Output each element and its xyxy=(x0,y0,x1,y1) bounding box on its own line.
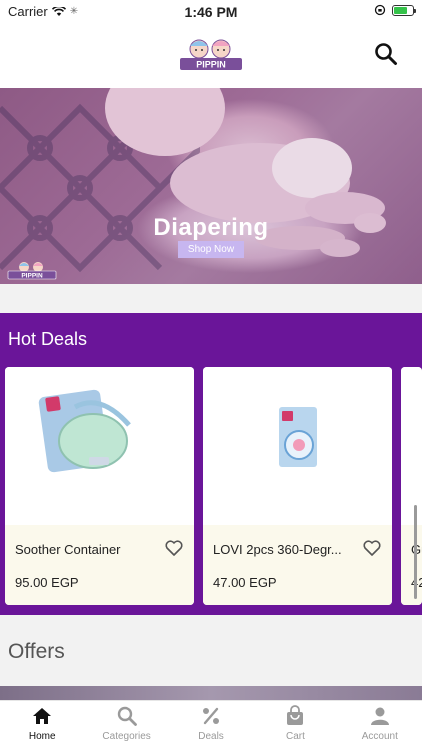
banner-pippin-logo: PIPPIN xyxy=(7,262,57,280)
product-price: 47.00 EGP xyxy=(213,575,277,590)
banner-title: Diapering xyxy=(153,214,269,241)
product-card-partial[interactable]: Gu 42 xyxy=(401,367,422,605)
product-price: 95.00 EGP xyxy=(15,575,79,590)
tab-categories-label: Categories xyxy=(102,731,151,742)
product-card[interactable]: LOVI 2pcs 360-Degr... 47.00 EGP xyxy=(203,367,392,605)
search-icon xyxy=(117,706,137,726)
tab-deals[interactable]: Deals xyxy=(169,701,253,750)
tab-home[interactable]: Home xyxy=(0,701,84,750)
status-bar: Carrier ✳ 1:46 PM xyxy=(0,0,422,24)
hot-deals-section: Hot Deals Soother Container 95.00 EGP LO… xyxy=(0,313,422,615)
tab-account[interactable]: Account xyxy=(338,701,422,750)
shop-now-button[interactable]: Shop Now xyxy=(178,241,244,258)
product-name[interactable]: LOVI 2pcs 360-Degr... xyxy=(213,542,353,557)
percent-icon xyxy=(203,707,220,725)
app-screen: Carrier ✳ 1:46 PM PIPPIN Diapering Shop … xyxy=(0,0,422,750)
product-card[interactable]: Soother Container 95.00 EGP xyxy=(5,367,194,605)
tab-deals-label: Deals xyxy=(198,731,224,742)
app-header: PIPPIN xyxy=(0,24,422,88)
person-icon xyxy=(370,707,389,725)
lovi-soother-image xyxy=(279,407,317,467)
product-name[interactable]: Soother Container xyxy=(15,542,155,557)
heart-icon[interactable] xyxy=(362,538,382,558)
heart-icon[interactable] xyxy=(164,538,184,558)
battery-icon xyxy=(392,4,416,16)
product-image[interactable] xyxy=(203,367,392,525)
offers-title: Offers xyxy=(8,640,65,663)
product-image[interactable] xyxy=(401,367,422,525)
logo-text: PIPPIN xyxy=(196,60,226,70)
product-info: Gu 42 xyxy=(401,525,422,605)
tab-categories[interactable]: Categories xyxy=(84,701,168,750)
home-icon xyxy=(33,708,52,724)
orientation-lock-icon xyxy=(374,4,386,16)
tab-cart[interactable]: Cart xyxy=(253,701,337,750)
pippin-logo[interactable]: PIPPIN xyxy=(176,36,246,72)
product-info: Soother Container 95.00 EGP xyxy=(5,525,194,605)
promo-banner[interactable]: Diapering Shop Now PIPPIN xyxy=(0,88,422,284)
offers-banner[interactable] xyxy=(0,686,422,700)
tab-account-label: Account xyxy=(361,731,398,742)
status-right xyxy=(374,4,416,16)
horizontal-scrollbar[interactable] xyxy=(414,505,417,599)
tab-cart-label: Cart xyxy=(285,731,305,742)
banner-logo-text: PIPPIN xyxy=(21,273,43,280)
search-button[interactable] xyxy=(372,40,400,68)
tab-home-label: Home xyxy=(28,731,56,742)
battery-fill xyxy=(394,6,407,14)
status-time: 1:46 PM xyxy=(184,4,238,20)
hot-deals-title: Hot Deals xyxy=(8,329,88,349)
bottom-tab-bar: Home Categories Deals Cart Account xyxy=(0,700,422,750)
bag-icon xyxy=(287,705,304,725)
product-image[interactable] xyxy=(5,367,194,525)
product-info: LOVI 2pcs 360-Degr... 47.00 EGP xyxy=(203,525,392,605)
soother-container-image xyxy=(38,389,131,473)
